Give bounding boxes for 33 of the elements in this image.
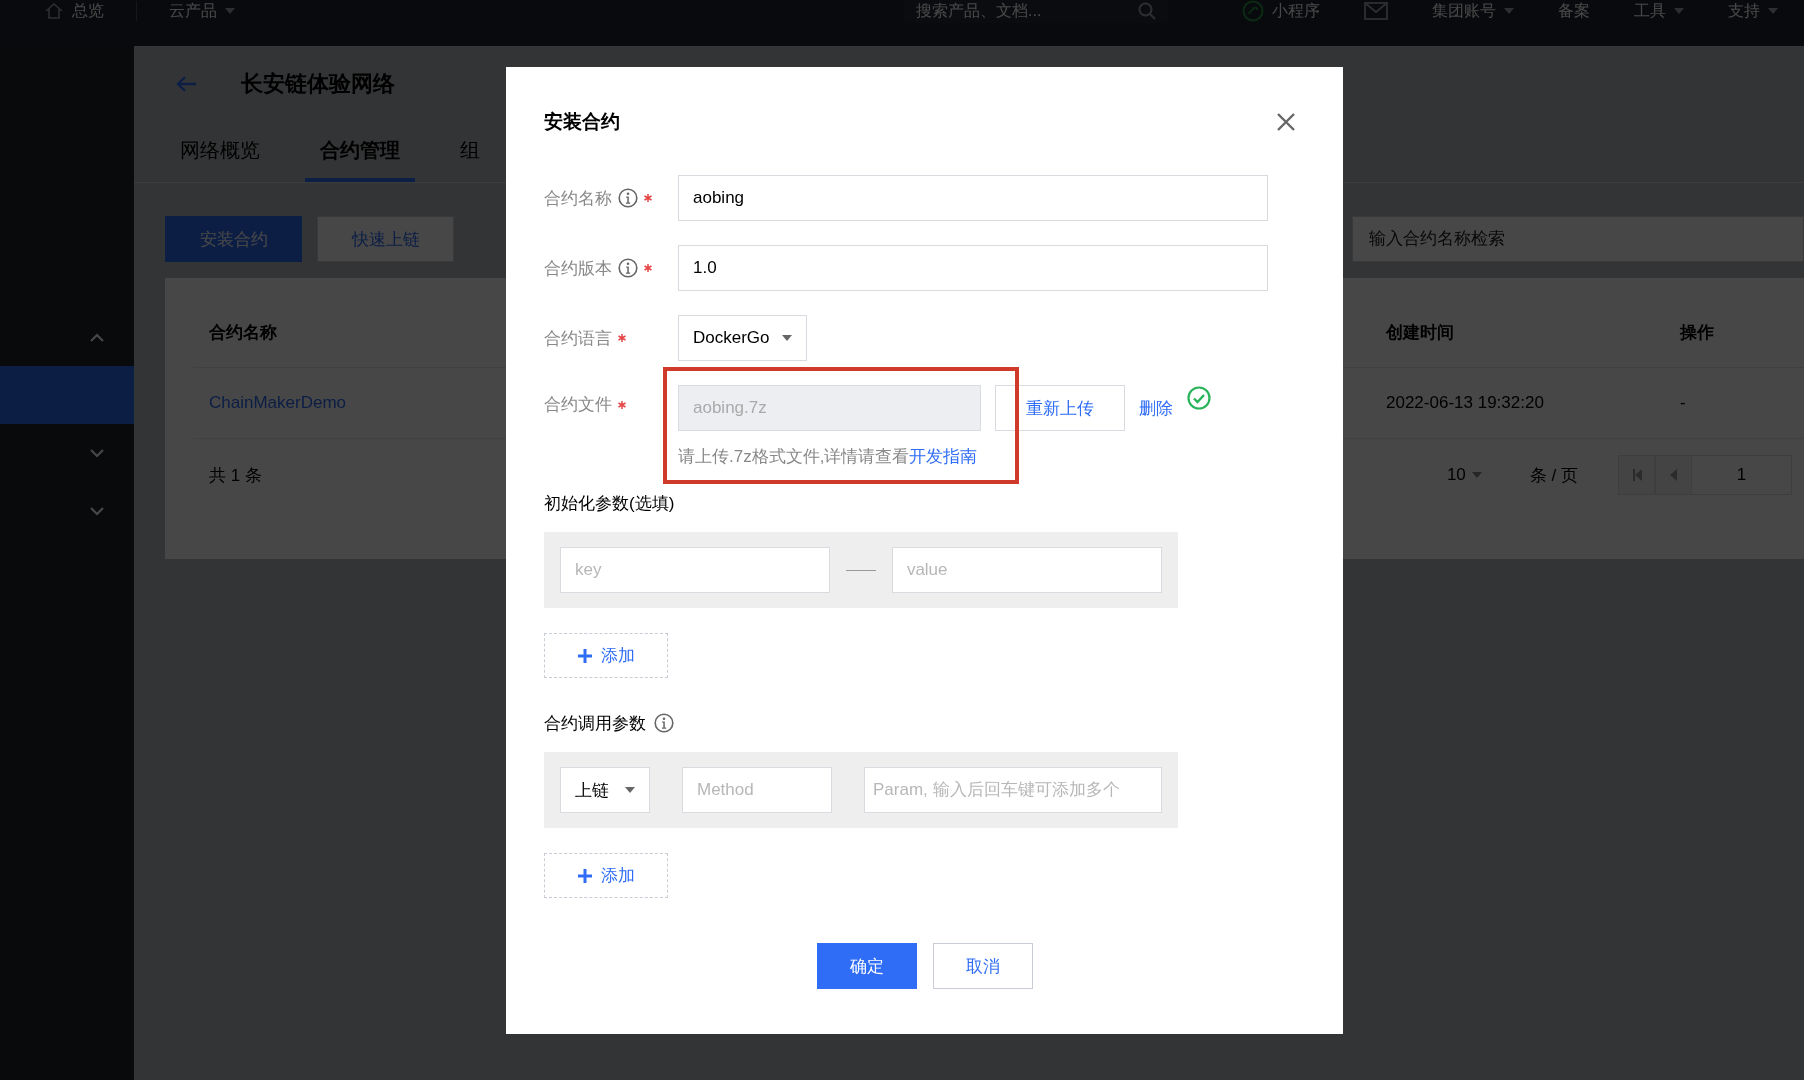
column-header: 操作 (1680, 322, 1714, 344)
caret-icon (625, 787, 635, 793)
close-icon (1277, 113, 1295, 131)
method-field[interactable]: Method (682, 767, 832, 813)
value-field[interactable]: value (891, 547, 1162, 593)
table-cell: 2022-06-13 19:32:20 (1386, 393, 1544, 413)
section-title: 合约调用参数 (544, 712, 646, 735)
confirm-button[interactable]: 确定 (816, 943, 917, 989)
add-button[interactable]: 添加 (544, 633, 668, 678)
select-field[interactable]: 上链 (560, 767, 650, 813)
key-field[interactable]: key (560, 547, 831, 593)
field-label: 合约文件 (544, 394, 612, 416)
input-field[interactable]: aobing (678, 175, 1268, 221)
per-page-label: 条 / 页 (1529, 464, 1578, 487)
input-field[interactable]: 1.0 (678, 245, 1268, 291)
section-title: 初始化参数(选填) (544, 492, 675, 515)
plus-icon (577, 647, 593, 664)
hint-text: 请上传.7z格式文件,详情请查看开发指南 (678, 446, 979, 468)
column-header: 合约名称 (209, 322, 277, 344)
field-label: 合约版本 (544, 257, 612, 280)
dialog-title: 安装合约 (544, 110, 620, 134)
field-label: 合约名称 (544, 187, 612, 210)
plus-icon (577, 867, 593, 884)
select-field[interactable]: DockerGo (678, 315, 807, 361)
table-cell: - (1680, 393, 1686, 413)
param-field[interactable]: Param, 输入后回车键可添加多个 (864, 767, 1162, 813)
total-count: 共 1 条 (209, 464, 262, 487)
column-header: 创建时间 (1386, 322, 1454, 344)
cancel-button[interactable]: 取消 (932, 943, 1033, 989)
caret-icon (781, 335, 792, 341)
add-button[interactable]: 添加 (544, 853, 668, 898)
field-label: 合约语言 (544, 327, 612, 350)
close-button[interactable] (1277, 113, 1295, 131)
